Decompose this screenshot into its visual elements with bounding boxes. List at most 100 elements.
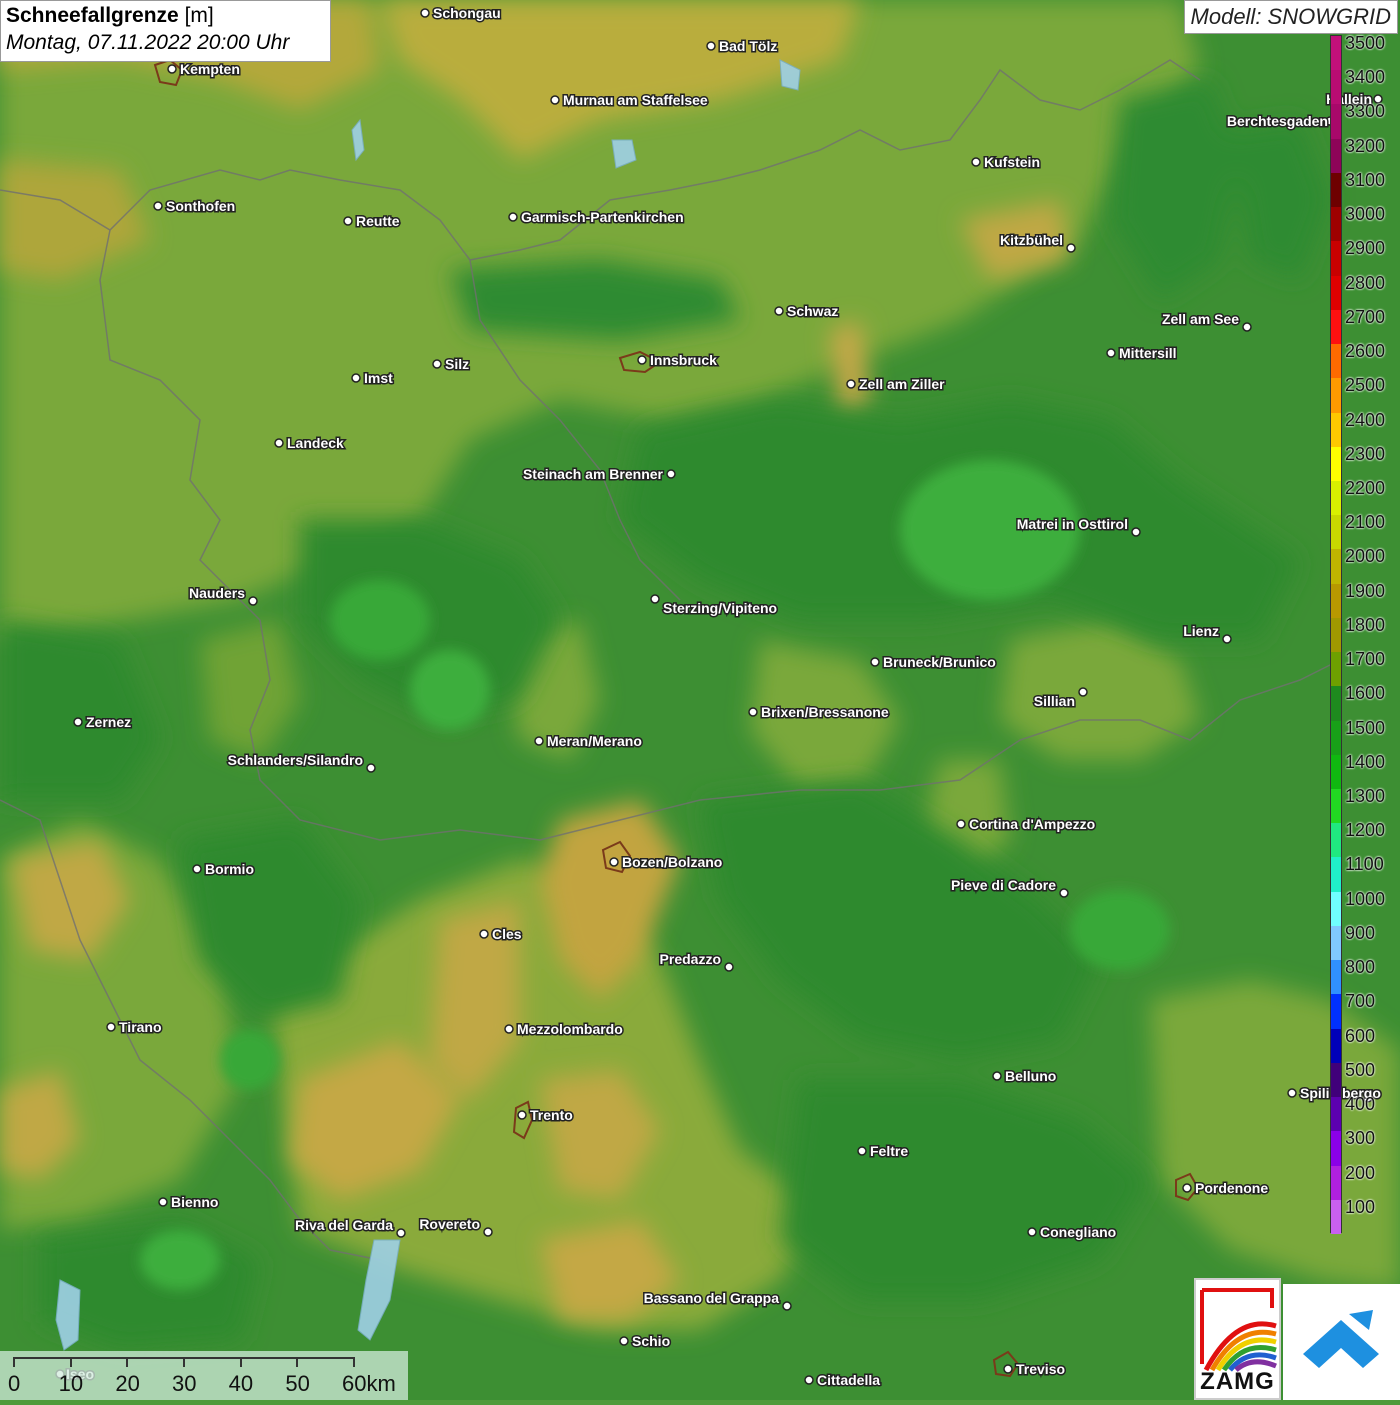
city-label: Garmisch-Partenkirchen <box>521 209 684 225</box>
city-dot <box>971 157 981 167</box>
legend-swatch <box>1331 1097 1341 1132</box>
scale-tick <box>353 1357 355 1367</box>
city-dot <box>609 857 619 867</box>
legend-label: 900 <box>1345 922 1376 943</box>
city-dot <box>366 763 376 773</box>
scale-label: 30 <box>172 1371 197 1396</box>
city-label: Feltre <box>870 1143 908 1159</box>
legend-label: 3500 <box>1345 33 1386 53</box>
legend-label: 1100 <box>1345 854 1384 875</box>
city-label: Zell am Ziller <box>859 376 945 392</box>
city-dot <box>420 8 430 18</box>
city-dot <box>483 1227 493 1237</box>
city-marker: Sonthofen <box>153 197 237 216</box>
legend-label: 300 <box>1345 1128 1376 1149</box>
mountain-arrow-icon <box>1303 1310 1379 1368</box>
legend-swatch <box>1331 1165 1341 1201</box>
city-label: Bassano del Grappa <box>644 1290 780 1306</box>
legend-swatch <box>1331 70 1341 105</box>
city-marker: Brixen/Bressanone <box>748 703 890 722</box>
city-dot <box>1242 322 1252 332</box>
legend-swatch <box>1331 104 1341 140</box>
city-marker: Mezzolombardo <box>504 1020 624 1039</box>
scale-label: 10 <box>58 1371 84 1396</box>
legend-label: 2000 <box>1345 546 1386 567</box>
city-dot <box>534 736 544 746</box>
city-marker: Innsbruck <box>637 351 719 370</box>
city-marker: Pordenone <box>1182 1179 1270 1198</box>
legend-label: 400 <box>1345 1094 1376 1115</box>
city-dot <box>637 355 647 365</box>
city-label: Trento <box>530 1107 573 1123</box>
scale-label: 40 <box>228 1371 254 1396</box>
city-dot <box>550 95 560 105</box>
legend-swatch <box>1331 1028 1341 1064</box>
legend-swatch <box>1331 823 1341 858</box>
scale-bar: 0 10 20 30 40 50 60km <box>0 1351 408 1400</box>
city-dot <box>1003 1364 1013 1374</box>
map-subtitle: Montag, 07.11.2022 20:00 Uhr <box>6 31 290 54</box>
city-dot <box>351 373 361 383</box>
city-label: Cortina d'Ampezzo <box>969 816 1095 832</box>
legend-label: 800 <box>1345 957 1376 978</box>
city-label: Zell am See <box>1162 311 1239 327</box>
map-title-box: Schneefallgrenze [m] Montag, 07.11.2022 … <box>0 0 331 62</box>
city-label: Mezzolombardo <box>517 1021 623 1037</box>
legend-swatch <box>1331 36 1341 71</box>
city-marker: Schongau <box>420 4 502 23</box>
legend-swatch <box>1331 344 1341 379</box>
legend-swatch <box>1331 515 1341 550</box>
city-marker: Zell am Ziller <box>846 375 947 394</box>
city-dot <box>479 929 489 939</box>
city-dot <box>192 864 202 874</box>
city-dot <box>504 1024 514 1034</box>
legend-swatch <box>1331 446 1341 482</box>
legend-label: 2400 <box>1345 409 1386 430</box>
legend-swatch <box>1331 652 1341 687</box>
legend-label: 500 <box>1345 1059 1376 1080</box>
city-label: Matrei in Osttirol <box>1017 516 1128 532</box>
legend-label: 3000 <box>1345 204 1386 225</box>
legend-label: 1200 <box>1345 820 1386 841</box>
legend-label: 1400 <box>1345 751 1386 772</box>
city-label: Bormio <box>205 861 254 877</box>
scale-label: 60km <box>342 1371 396 1396</box>
city-dot <box>432 359 442 369</box>
city-label: Imst <box>364 370 393 386</box>
legend-swatch <box>1331 549 1341 585</box>
zamg-logo: ZAMG <box>1194 1278 1281 1400</box>
city-label: Sillian <box>1034 693 1075 709</box>
legend-label: 2500 <box>1345 375 1386 396</box>
city-dot <box>782 1301 792 1311</box>
legend-swatch <box>1331 1199 1341 1235</box>
model-label: Modell: SNOWGRID <box>1183 0 1398 34</box>
city-label: Treviso <box>1016 1361 1065 1377</box>
city-dot <box>1066 243 1076 253</box>
legend-swatch <box>1331 857 1341 893</box>
city-dot <box>870 657 880 667</box>
legend-swatch <box>1331 241 1341 277</box>
legend-color-bar <box>1330 35 1342 1235</box>
city-dot <box>774 306 784 316</box>
legend-label: 700 <box>1345 991 1376 1012</box>
city-marker: Conegliano <box>1027 1223 1118 1242</box>
map-title-text: Schneefallgrenze <box>6 4 179 27</box>
city-label: Tirano <box>119 1019 162 1035</box>
legend-label: 1300 <box>1345 786 1386 807</box>
city-label: Cittadella <box>817 1372 880 1388</box>
legend-label: 1700 <box>1345 649 1386 670</box>
city-dot <box>508 212 518 222</box>
legend-swatch <box>1331 754 1341 790</box>
city-dot <box>343 216 353 226</box>
city-label: Bozen/Bolzano <box>622 854 722 870</box>
scale-tick <box>126 1357 129 1367</box>
city-label: Predazzo <box>660 951 721 967</box>
city-label: Brixen/Bressanone <box>761 704 889 720</box>
legend-label: 2200 <box>1345 477 1386 498</box>
city-label: Belluno <box>1005 1068 1056 1084</box>
zamg-logo-text: ZAMG <box>1200 1368 1275 1395</box>
city-dot <box>992 1071 1002 1081</box>
city-label: Sonthofen <box>166 198 235 214</box>
city-marker: Cittadella <box>804 1371 882 1390</box>
legend-swatch <box>1331 960 1341 995</box>
